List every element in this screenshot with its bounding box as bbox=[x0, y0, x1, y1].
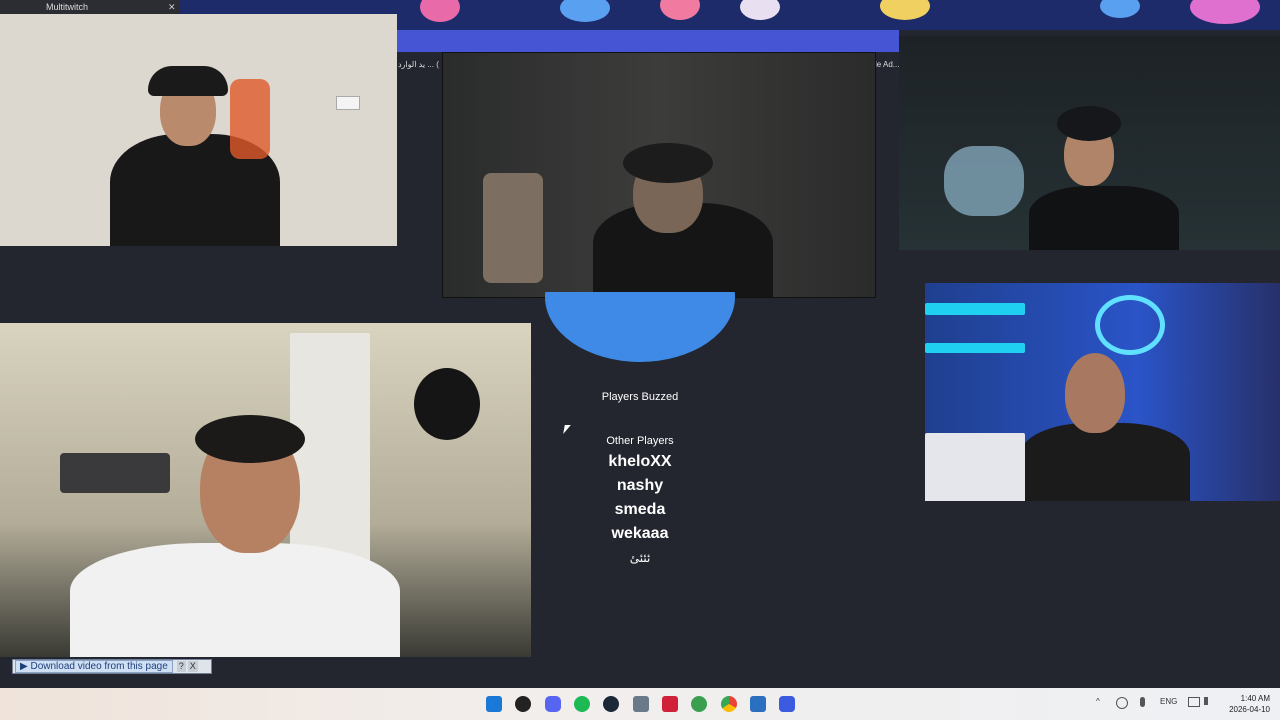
language-indicator[interactable]: ENG bbox=[1160, 697, 1177, 706]
game-icon[interactable] bbox=[662, 696, 678, 712]
chrome-icon[interactable] bbox=[721, 696, 737, 712]
other-players-list: kheloXX nashy smeda wekaaa ئئئئ bbox=[540, 450, 740, 570]
download-video-label: Download video from this page bbox=[30, 661, 168, 672]
close-download-bar-button[interactable]: X bbox=[187, 661, 198, 672]
tab-title: Multitwitch bbox=[46, 2, 89, 12]
monitor-icon[interactable] bbox=[1188, 697, 1200, 707]
player-name: kheloXX bbox=[608, 453, 672, 470]
clock-date: 2026-04-10 bbox=[1229, 705, 1270, 714]
ea-icon[interactable] bbox=[779, 696, 795, 712]
discord-icon[interactable] bbox=[545, 696, 561, 712]
player-name: wekaaa bbox=[611, 525, 669, 542]
obs-icon[interactable] bbox=[515, 696, 531, 712]
globe-icon[interactable] bbox=[691, 696, 707, 712]
players-buzzed-heading: Players Buzzed bbox=[601, 391, 679, 403]
calculator-icon[interactable] bbox=[633, 696, 649, 712]
webcam-player-1 bbox=[0, 14, 397, 246]
microphone-icon[interactable] bbox=[1140, 697, 1145, 707]
player-name: ئئئئ bbox=[629, 551, 651, 565]
ticker-left: يد الوارد ... ( bbox=[398, 60, 439, 69]
mouse-cursor-icon bbox=[563, 425, 571, 434]
webcam-player-2 bbox=[442, 52, 876, 298]
browser-tab[interactable]: Multitwitch ✕ bbox=[0, 0, 180, 14]
spotify-icon[interactable] bbox=[574, 696, 590, 712]
player-name: smeda bbox=[614, 501, 666, 518]
download-video-button[interactable]: ▶ Download video from this page bbox=[15, 660, 173, 673]
network-icon[interactable] bbox=[1116, 697, 1128, 709]
clock-time: 1:40 AM bbox=[1240, 694, 1270, 703]
help-button[interactable]: ? bbox=[176, 661, 186, 672]
volume-icon[interactable] bbox=[1204, 697, 1216, 705]
webcam-player-4 bbox=[925, 283, 1280, 501]
windows-start-icon[interactable] bbox=[486, 696, 502, 712]
webcam-player-3 bbox=[899, 36, 1280, 250]
steam-icon[interactable] bbox=[603, 696, 619, 712]
other-players-heading: Other Players bbox=[606, 435, 674, 447]
system-clock[interactable]: 1:40 AM 2026-04-10 bbox=[1222, 693, 1270, 715]
webcam-player-5 bbox=[0, 323, 531, 657]
header-bar bbox=[397, 30, 899, 52]
download-video-bar: ▶ Download video from this page ? X bbox=[12, 659, 212, 674]
tray-overflow-icon[interactable]: ^ bbox=[1096, 697, 1100, 706]
player-name: nashy bbox=[616, 477, 664, 494]
ticker-right: le Ad... bbox=[875, 60, 900, 69]
tab-close-button[interactable]: ✕ bbox=[168, 0, 176, 14]
remote-icon[interactable] bbox=[750, 696, 766, 712]
